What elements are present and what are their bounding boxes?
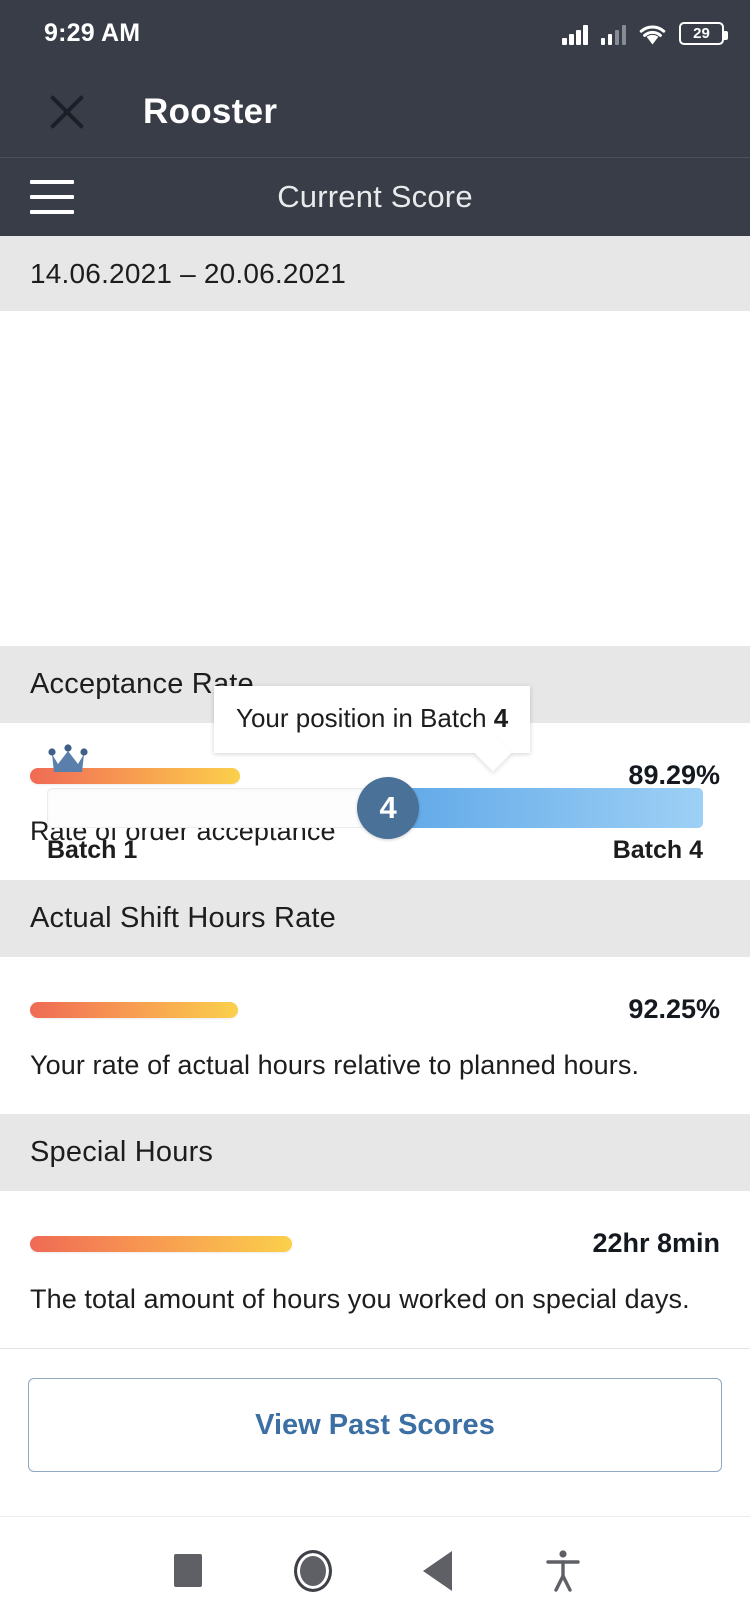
metric-row: 22hr 8min bbox=[30, 1228, 720, 1259]
close-icon[interactable] bbox=[44, 89, 90, 135]
app-title: Rooster bbox=[143, 91, 278, 131]
date-range-band: 14.06.2021 – 20.06.2021 bbox=[0, 236, 750, 311]
batch-end-label: Batch 4 bbox=[612, 836, 703, 864]
signal-icon-secondary bbox=[600, 23, 626, 45]
metric-header-special-hours: Special Hours bbox=[0, 1114, 750, 1191]
metric-body-special-hours: 22hr 8min The total amount of hours you … bbox=[0, 1191, 750, 1348]
batch-position-knob[interactable]: 4 bbox=[357, 777, 420, 839]
signal-icon bbox=[562, 23, 588, 45]
footer: View Past Scores bbox=[0, 1348, 750, 1516]
batch-start-label: Batch 1 bbox=[47, 836, 138, 864]
batch-position-panel: Your position in Batch 4 4 Batch 1 Batch… bbox=[0, 311, 750, 864]
batch-progress-fill bbox=[388, 788, 703, 828]
tooltip-batch-number: 4 bbox=[493, 703, 509, 733]
sub-header-bar: Current Score bbox=[0, 157, 750, 236]
metric-description: Your rate of actual hours relative to pl… bbox=[30, 1050, 640, 1080]
metric-value: 92.25% bbox=[628, 994, 720, 1024]
android-navigation-bar bbox=[0, 1516, 750, 1624]
metric-value: 22hr 8min bbox=[592, 1228, 720, 1258]
batch-position-tooltip: Your position in Batch 4 bbox=[214, 686, 531, 753]
metric-progress-bar bbox=[30, 1235, 293, 1252]
status-bar: 9:29 AM 29 bbox=[0, 0, 750, 66]
metric-row: 92.25% bbox=[30, 994, 720, 1025]
battery-level-text: 29 bbox=[693, 24, 710, 42]
batch-progress-track[interactable]: 4 bbox=[47, 777, 703, 839]
date-range-text: 14.06.2021 – 20.06.2021 bbox=[30, 257, 347, 289]
batch-range-labels: Batch 1 Batch 4 bbox=[47, 836, 703, 865]
recents-square-icon[interactable] bbox=[125, 1554, 250, 1587]
battery-icon: 29 bbox=[679, 21, 728, 45]
status-bar-time: 9:29 AM bbox=[44, 18, 141, 47]
tooltip-prefix-text: Your position in Batch bbox=[236, 703, 487, 733]
metric-header-actual-shift-hours-rate: Actual Shift Hours Rate bbox=[0, 880, 750, 957]
metric-title: Special Hours bbox=[30, 1136, 214, 1168]
view-past-scores-button[interactable]: View Past Scores bbox=[28, 1378, 722, 1472]
crown-icon bbox=[47, 741, 89, 775]
app-screen: 9:29 AM 29 Rooster Current Score 14.06.2… bbox=[0, 0, 750, 1624]
metric-value: 89.29% bbox=[628, 760, 720, 790]
metric-body-actual-shift-hours-rate: 92.25% Your rate of actual hours relativ… bbox=[0, 957, 750, 1114]
home-circle-icon[interactable] bbox=[250, 1549, 375, 1592]
status-bar-icons: 29 bbox=[562, 21, 728, 45]
accessibility-icon[interactable] bbox=[500, 1549, 625, 1593]
app-bar: Rooster bbox=[0, 66, 750, 157]
hamburger-menu-icon[interactable] bbox=[30, 180, 74, 214]
metric-title: Actual Shift Hours Rate bbox=[30, 902, 337, 934]
wifi-icon bbox=[639, 24, 666, 45]
page-title: Current Score bbox=[277, 179, 473, 214]
metric-progress-bar bbox=[30, 1001, 238, 1018]
back-triangle-icon[interactable] bbox=[375, 1550, 500, 1591]
metric-description: The total amount of hours you worked on … bbox=[30, 1284, 690, 1314]
